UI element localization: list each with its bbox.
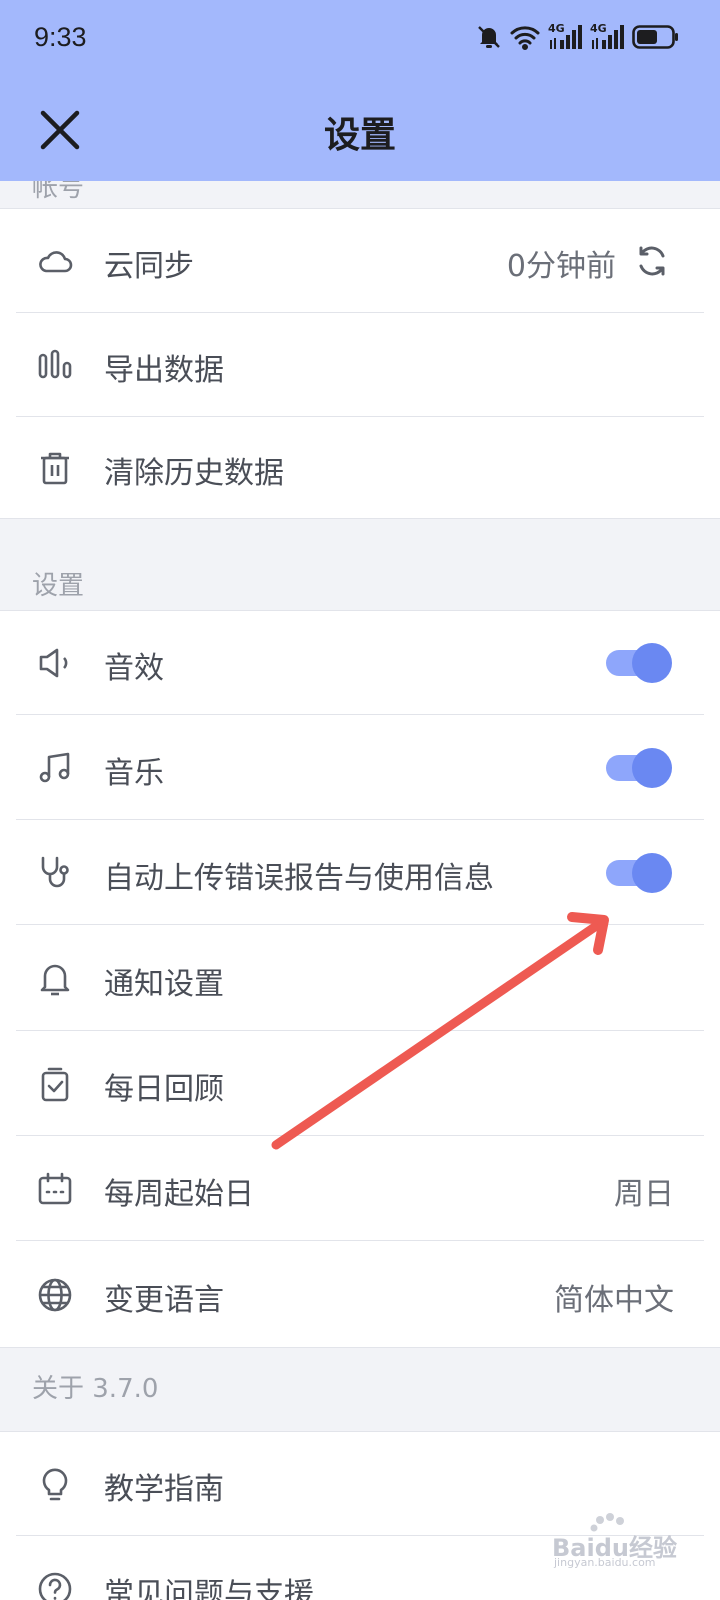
week-start-value: 周日 — [614, 1177, 674, 1212]
export-data-label: 导出数据 — [104, 353, 224, 388]
status-time: 9:33 — [34, 22, 87, 52]
sound-effects-toggle[interactable] — [604, 642, 672, 684]
watermark: Baidu经验 jingyan.baidu.com — [548, 1510, 698, 1570]
cloud-sync-label: 云同步 — [104, 249, 194, 284]
change-language-label: 变更语言 — [104, 1283, 224, 1318]
divider — [16, 819, 704, 820]
watermark-subtext: jingyan.baidu.com — [554, 1556, 656, 1569]
auto-upload-toggle[interactable] — [604, 852, 672, 894]
lightbulb-icon — [36, 1465, 74, 1503]
app-header: 9:33 4G 4G 设置 — [0, 0, 720, 181]
nav-bar: 设置 — [0, 78, 720, 181]
signal-icon-2: 4G — [590, 22, 624, 50]
bell-icon — [36, 960, 74, 998]
row-sound-effects[interactable]: 音效 — [0, 611, 720, 715]
cloud-icon — [36, 242, 74, 280]
divider — [16, 1240, 704, 1241]
clipboard-check-icon — [36, 1065, 74, 1103]
section-label-about: 关于 3.7.0 — [32, 1374, 159, 1404]
music-note-icon — [36, 749, 74, 787]
row-auto-upload-reports[interactable]: 自动上传错误报告与使用信息 — [0, 821, 720, 925]
tutorial-label: 教学指南 — [104, 1472, 224, 1507]
language-value: 简体中文 — [554, 1283, 674, 1318]
settings-content: 帐号 云同步 0分钟前 导出数据 清除历史数据 设置 音效 音乐 自动上传错误报… — [0, 0, 720, 1600]
help-circle-icon — [36, 1570, 74, 1600]
faq-support-label: 常见问题与支援 — [104, 1577, 314, 1600]
divider — [16, 1030, 704, 1031]
stethoscope-icon — [36, 854, 74, 892]
row-export-data[interactable]: 导出数据 — [0, 313, 720, 417]
signal-icon-1: 4G — [548, 22, 582, 50]
row-daily-review[interactable]: 每日回顾 — [0, 1032, 720, 1136]
divider — [16, 924, 704, 925]
row-clear-history[interactable]: 清除历史数据 — [0, 416, 720, 520]
notification-settings-label: 通知设置 — [104, 967, 224, 1002]
speaker-icon — [36, 644, 74, 682]
wifi-icon — [510, 24, 540, 50]
status-bar: 9:33 4G 4G — [0, 0, 720, 78]
row-music[interactable]: 音乐 — [0, 716, 720, 820]
divider — [16, 1135, 704, 1136]
daily-review-label: 每日回顾 — [104, 1072, 224, 1107]
trash-icon — [36, 449, 74, 487]
music-toggle[interactable] — [604, 747, 672, 789]
row-notification-settings[interactable]: 通知设置 — [0, 927, 720, 1031]
music-label: 音乐 — [104, 756, 164, 791]
section-settings: 音效 音乐 自动上传错误报告与使用信息 通知设置 每日回顾 每周起始日 周日 变… — [0, 610, 720, 1348]
globe-icon — [36, 1276, 74, 1314]
battery-icon — [632, 24, 680, 50]
auto-upload-label: 自动上传错误报告与使用信息 — [104, 861, 494, 896]
week-start-label: 每周起始日 — [104, 1177, 254, 1212]
bell-muted-icon — [476, 24, 502, 50]
refresh-icon[interactable] — [634, 243, 670, 279]
clear-history-label: 清除历史数据 — [104, 456, 284, 491]
row-change-language[interactable]: 变更语言 简体中文 — [0, 1243, 720, 1347]
divider — [16, 714, 704, 715]
status-icons: 4G 4G — [476, 22, 680, 52]
page-title: 设置 — [323, 115, 396, 156]
row-cloud-sync[interactable]: 云同步 0分钟前 — [0, 209, 720, 313]
bar-chart-icon — [36, 346, 74, 384]
section-account: 云同步 0分钟前 导出数据 清除历史数据 — [0, 208, 720, 519]
cloud-sync-time: 0分钟前 — [506, 249, 616, 284]
sound-effects-label: 音效 — [104, 651, 164, 686]
section-label-settings: 设置 — [32, 571, 85, 601]
calendar-icon — [36, 1170, 74, 1208]
row-week-start[interactable]: 每周起始日 周日 — [0, 1137, 720, 1241]
